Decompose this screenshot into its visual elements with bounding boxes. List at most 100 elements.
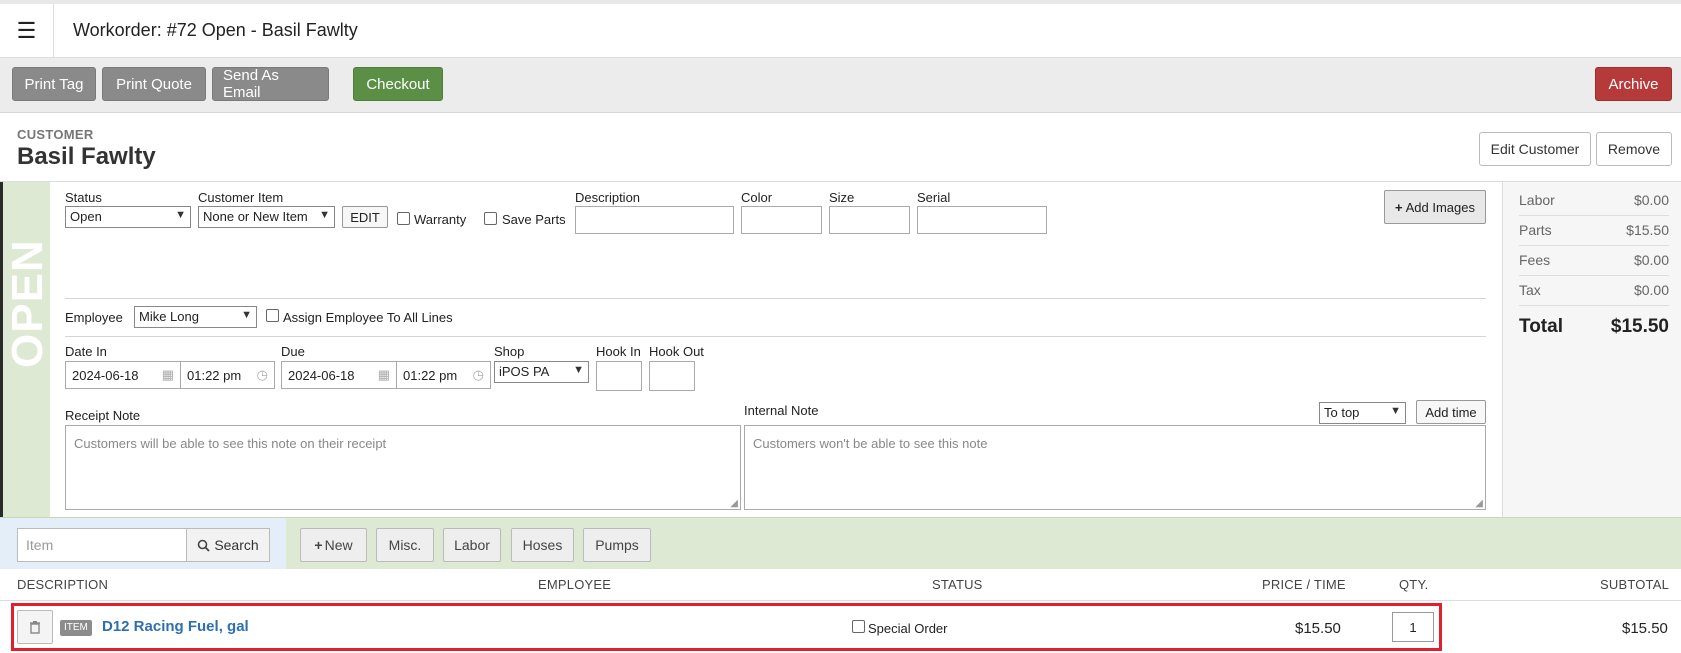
total-value: $15.50 [1610, 316, 1669, 337]
hook-in-input[interactable] [596, 361, 642, 391]
serial-label: Serial [917, 190, 951, 205]
hoses-button[interactable]: Hoses [511, 528, 574, 562]
add-time-button[interactable]: Add time [1416, 400, 1486, 424]
resize-grip-icon[interactable]: ◢ [1475, 498, 1483, 509]
col-subtotal: SUBTOTAL [1600, 577, 1670, 592]
print-tag-button[interactable]: Print Tag [12, 67, 96, 101]
fees-value: $0.00 [1633, 252, 1669, 268]
hook-out-input[interactable] [649, 361, 695, 391]
parts-label: Parts [1519, 222, 1552, 238]
plus-icon: + [1395, 199, 1403, 215]
receipt-note-textarea[interactable]: Customers will be able to see this note … [65, 425, 741, 510]
search-button-label: Search [214, 537, 259, 553]
misc-button[interactable]: Misc. [376, 528, 434, 562]
col-status: STATUS [932, 577, 983, 592]
warranty-checkbox[interactable] [397, 212, 410, 225]
summary-total: Total $15.50 [1519, 316, 1669, 338]
totals-summary: Labor $0.00 Parts $15.50 Fees $0.00 Tax … [1502, 182, 1681, 517]
calendar-icon: ▦ [377, 367, 390, 382]
employee-select[interactable]: Mike Long ▼ [134, 306, 257, 328]
new-item-button[interactable]: + New [300, 528, 367, 562]
to-top-select[interactable]: To top ▼ [1319, 402, 1406, 424]
internal-note-textarea[interactable]: Customers won't be able to see this note… [744, 425, 1486, 510]
col-qty: QTY. [1399, 577, 1429, 592]
chevron-down-icon: ▼ [573, 364, 584, 376]
hook-out-label: Hook Out [649, 344, 704, 359]
due-time-input[interactable]: 01:22 pm ◷ [396, 361, 491, 389]
shop-select[interactable]: iPOS PA ▼ [494, 361, 589, 383]
status-select[interactable]: Open ▼ [65, 206, 191, 228]
hamburger-menu-icon[interactable]: ☰ [0, 4, 54, 57]
date-in-value: 2024-06-18 [72, 368, 139, 383]
edit-item-button[interactable]: EDIT [342, 206, 388, 228]
trash-icon [30, 621, 40, 634]
print-quote-button[interactable]: Print Quote [102, 67, 206, 101]
item-search-input[interactable]: Item [17, 528, 187, 562]
col-description: DESCRIPTION [17, 577, 109, 592]
item-add-bar: Item Search + New Misc. Labor Hoses Pump… [0, 517, 1681, 570]
search-button[interactable]: Search [186, 528, 270, 562]
status-strip: OPEN [0, 182, 52, 517]
add-images-button[interactable]: + Add Images [1384, 190, 1486, 224]
assign-employee-checkbox[interactable] [266, 309, 279, 322]
fees-label: Fees [1519, 252, 1551, 268]
line-price: $15.50 [1295, 620, 1341, 637]
archive-button[interactable]: Archive [1595, 67, 1672, 101]
checkout-button[interactable]: Checkout [353, 67, 443, 101]
customer-item-label: Customer Item [198, 190, 284, 205]
delete-line-button[interactable] [17, 610, 53, 644]
page-title: Workorder: #72 Open - Basil Fawlty [73, 20, 358, 40]
save-parts-label: Save Parts [502, 212, 566, 227]
due-label: Due [281, 344, 305, 359]
internal-note-label: Internal Note [744, 403, 819, 418]
pumps-button[interactable]: Pumps [583, 528, 651, 562]
shop-label: Shop [494, 344, 525, 359]
labor-button[interactable]: Labor [443, 528, 501, 562]
line-item-name-link[interactable]: D12 Racing Fuel, gal [102, 618, 249, 635]
description-input[interactable] [575, 206, 734, 234]
calendar-icon: ▦ [161, 367, 174, 382]
labor-value: $0.00 [1633, 192, 1669, 208]
summary-labor: Labor $0.00 [1519, 186, 1669, 216]
line-items-header: DESCRIPTION EMPLOYEE STATUS PRICE / TIME… [0, 569, 1681, 601]
to-top-value: To top [1324, 405, 1360, 420]
status-label: Status [65, 190, 102, 205]
summary-parts: Parts $15.50 [1519, 216, 1669, 246]
employee-value: Mike Long [139, 309, 199, 324]
col-employee: EMPLOYEE [538, 577, 612, 592]
date-in-label: Date In [65, 344, 107, 359]
summary-fees: Fees $0.00 [1519, 246, 1669, 276]
parts-value: $15.50 [1626, 222, 1669, 238]
receipt-note-label: Receipt Note [65, 408, 141, 423]
due-date-input[interactable]: 2024-06-18 ▦ [281, 361, 397, 389]
serial-input[interactable] [917, 206, 1047, 234]
customer-name: Basil Fawlty [17, 143, 156, 170]
send-email-button[interactable]: Send As Email [212, 67, 329, 101]
receipt-note-placeholder: Customers will be able to see this note … [74, 436, 387, 451]
customer-item-select[interactable]: None or New Item ▼ [198, 206, 335, 228]
item-type-badge: ITEM [60, 620, 92, 636]
chevron-down-icon: ▼ [319, 209, 330, 221]
save-parts-checkbox[interactable] [484, 212, 497, 225]
divider [65, 298, 1486, 299]
action-bar: Print Tag Print Quote Send As Email Chec… [0, 58, 1681, 113]
clock-icon: ◷ [256, 367, 268, 382]
chevron-down-icon: ▼ [241, 309, 252, 321]
quantity-input[interactable]: 1 [1392, 612, 1434, 642]
customer-item-value: None or New Item [203, 209, 308, 224]
hook-in-label: Hook In [596, 344, 641, 359]
time-in-input[interactable]: 01:22 pm ◷ [180, 361, 275, 389]
summary-tax: Tax $0.00 [1519, 276, 1669, 306]
color-input[interactable] [741, 206, 822, 234]
item-search-group: Item Search [0, 518, 286, 570]
item-search-placeholder: Item [26, 537, 54, 553]
new-item-label: New [324, 537, 353, 553]
special-order-checkbox[interactable] [852, 620, 865, 633]
resize-grip-icon[interactable]: ◢ [730, 498, 738, 509]
date-in-input[interactable]: 2024-06-18 ▦ [65, 361, 181, 389]
size-input[interactable] [829, 206, 910, 234]
chevron-down-icon: ▼ [1390, 405, 1401, 417]
remove-customer-button[interactable]: Remove [1596, 132, 1672, 166]
edit-customer-button[interactable]: Edit Customer [1479, 132, 1591, 166]
workorder-form: Status Open ▼ Customer Item None or New … [50, 182, 1502, 517]
